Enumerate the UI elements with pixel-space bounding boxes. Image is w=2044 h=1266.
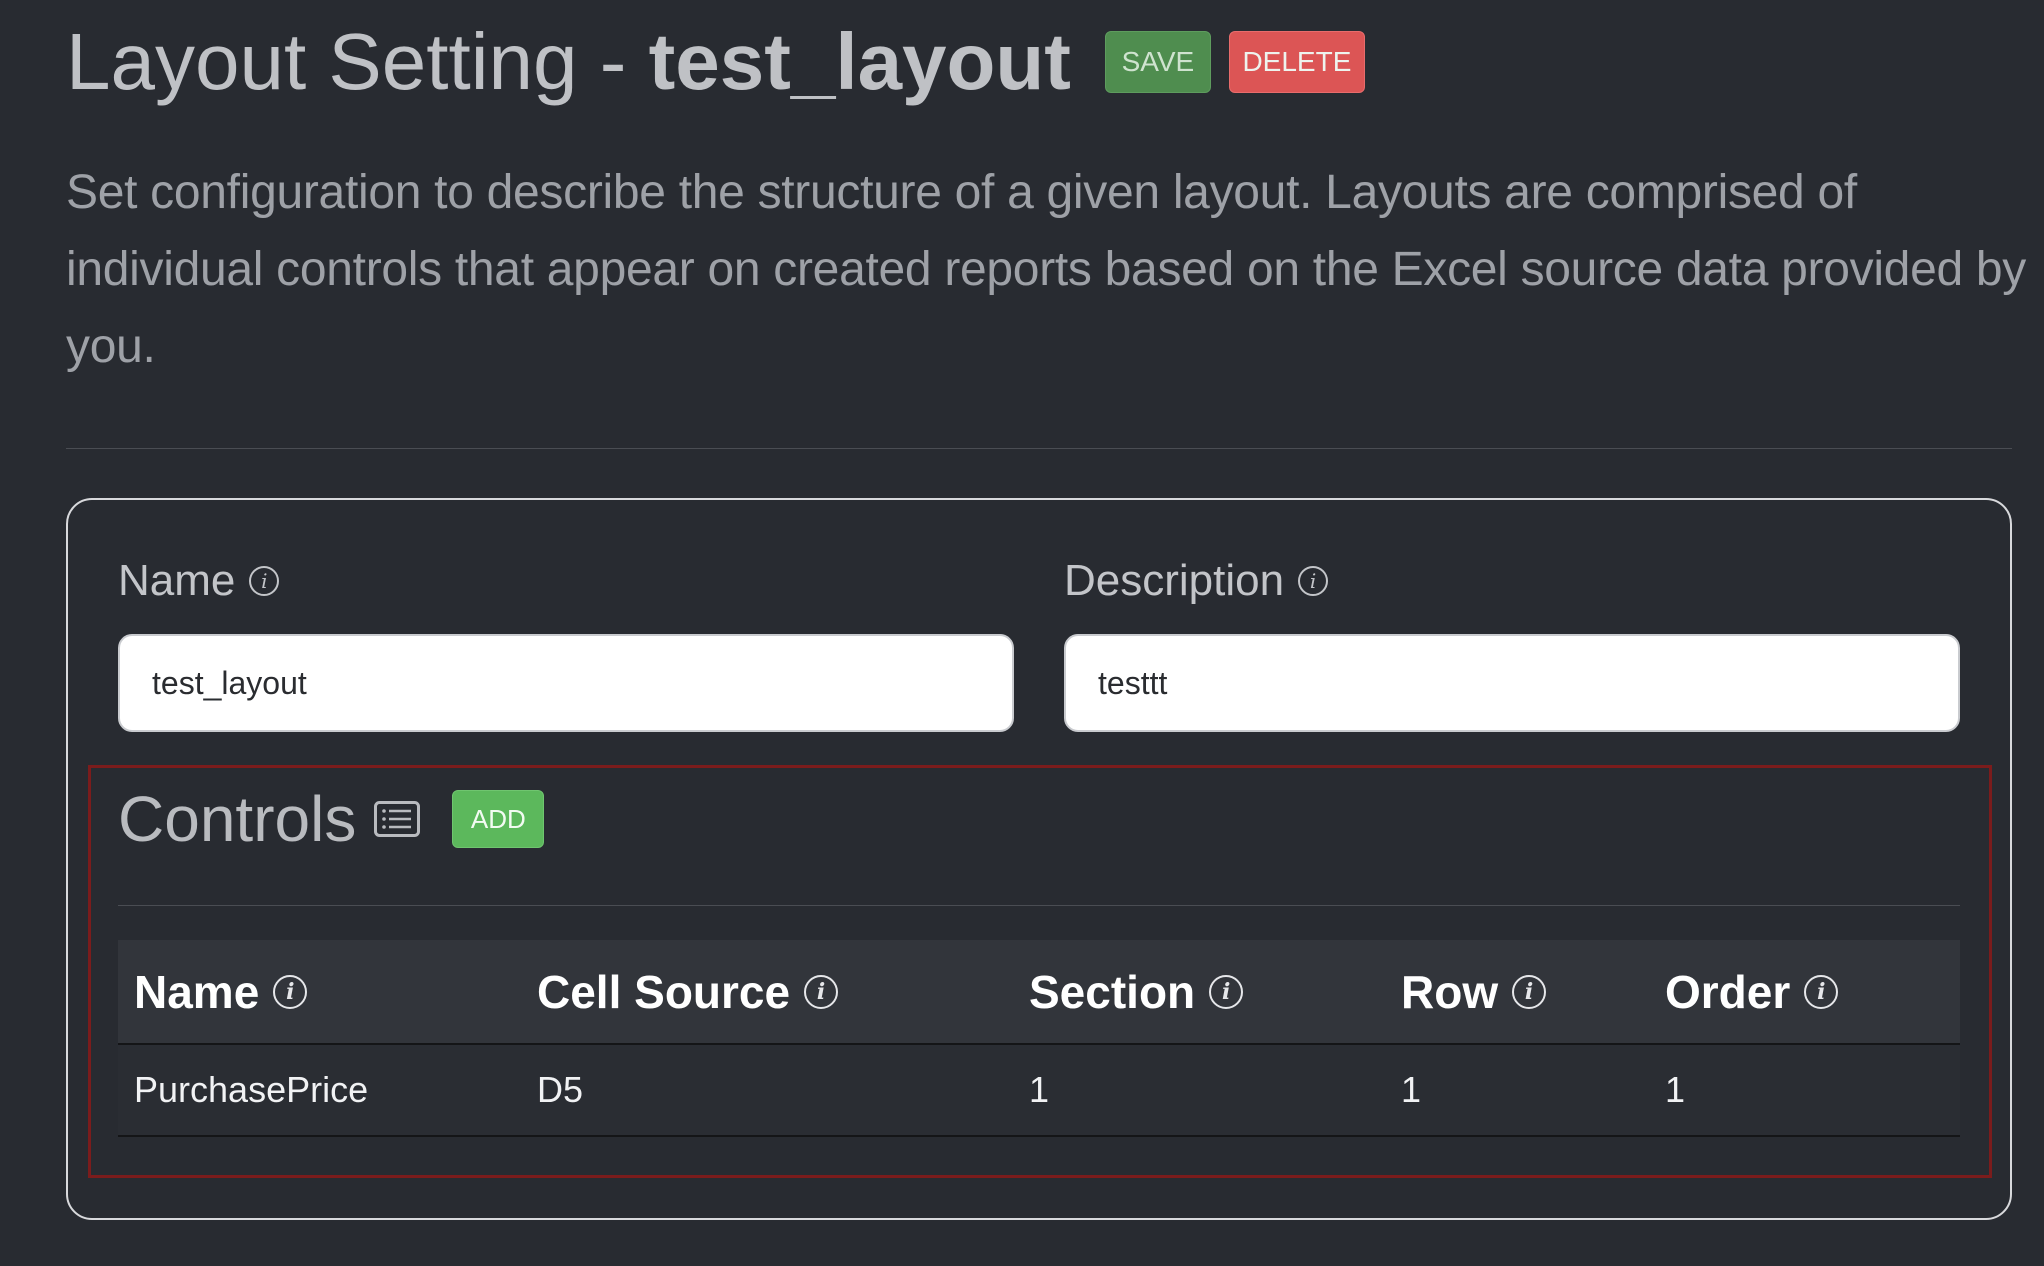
controls-heading: Controls ADD: [118, 782, 545, 856]
header-divider: [66, 448, 2012, 449]
cell-row: 1: [1401, 1069, 1422, 1110]
controls-table: Name i Cell Source i Section i Row i Order i …: [118, 940, 1960, 1137]
table-header-row: Name i Cell Source i Section i Row i Order i: [118, 940, 1960, 1044]
intro-description: Set configuration to describe the struct…: [66, 166, 2026, 373]
list-icon: [374, 801, 421, 837]
controls-divider: [118, 905, 1960, 906]
page-title: Layout Setting - test_layout: [66, 12, 1071, 112]
description-input[interactable]: [1064, 634, 1960, 732]
delete-button[interactable]: DELETE: [1228, 31, 1365, 93]
column-header-order: Order i: [1649, 940, 1960, 1044]
info-icon[interactable]: i: [1209, 974, 1244, 1009]
add-control-button[interactable]: ADD: [452, 790, 545, 848]
column-header-label: Cell Source: [537, 965, 791, 1018]
column-header-label: Section: [1029, 965, 1196, 1018]
column-header-section: Section i: [1013, 940, 1385, 1044]
info-icon[interactable]: i: [1804, 974, 1839, 1009]
cell-cell-source: D5: [537, 1069, 584, 1110]
info-icon[interactable]: i: [1298, 566, 1329, 596]
column-header-label: Name: [134, 965, 260, 1018]
column-header-name: Name i: [118, 940, 521, 1044]
info-icon[interactable]: i: [1512, 974, 1547, 1009]
name-label-text: Name: [118, 556, 236, 605]
cell-section: 1: [1029, 1069, 1050, 1110]
column-header-label: Row: [1401, 965, 1499, 1018]
description-label-text: Description: [1064, 556, 1285, 605]
layout-setting-page: Layout Setting - test_layout SAVE DELETE…: [0, 0, 2044, 1266]
table-row[interactable]: PurchasePrice D5 1 1 1: [118, 1044, 1960, 1136]
column-header-label: Order: [1665, 965, 1791, 1018]
info-icon[interactable]: i: [249, 566, 280, 596]
page-title-layout-name: test_layout: [648, 17, 1071, 106]
cell-name: PurchasePrice: [134, 1069, 369, 1110]
info-icon[interactable]: i: [273, 974, 308, 1009]
column-header-row: Row i: [1385, 940, 1649, 1044]
description-field-label: Description i: [1064, 556, 1329, 606]
info-icon[interactable]: i: [804, 974, 839, 1009]
title-row: Layout Setting - test_layout SAVE DELETE: [66, 12, 1365, 112]
cell-order: 1: [1665, 1069, 1686, 1110]
page-title-prefix: Layout Setting -: [66, 17, 649, 106]
column-header-cell-source: Cell Source i: [521, 940, 1013, 1044]
name-field-label: Name i: [118, 556, 280, 606]
save-button[interactable]: SAVE: [1104, 31, 1211, 93]
name-input[interactable]: [118, 634, 1014, 732]
controls-title: Controls: [118, 783, 357, 855]
